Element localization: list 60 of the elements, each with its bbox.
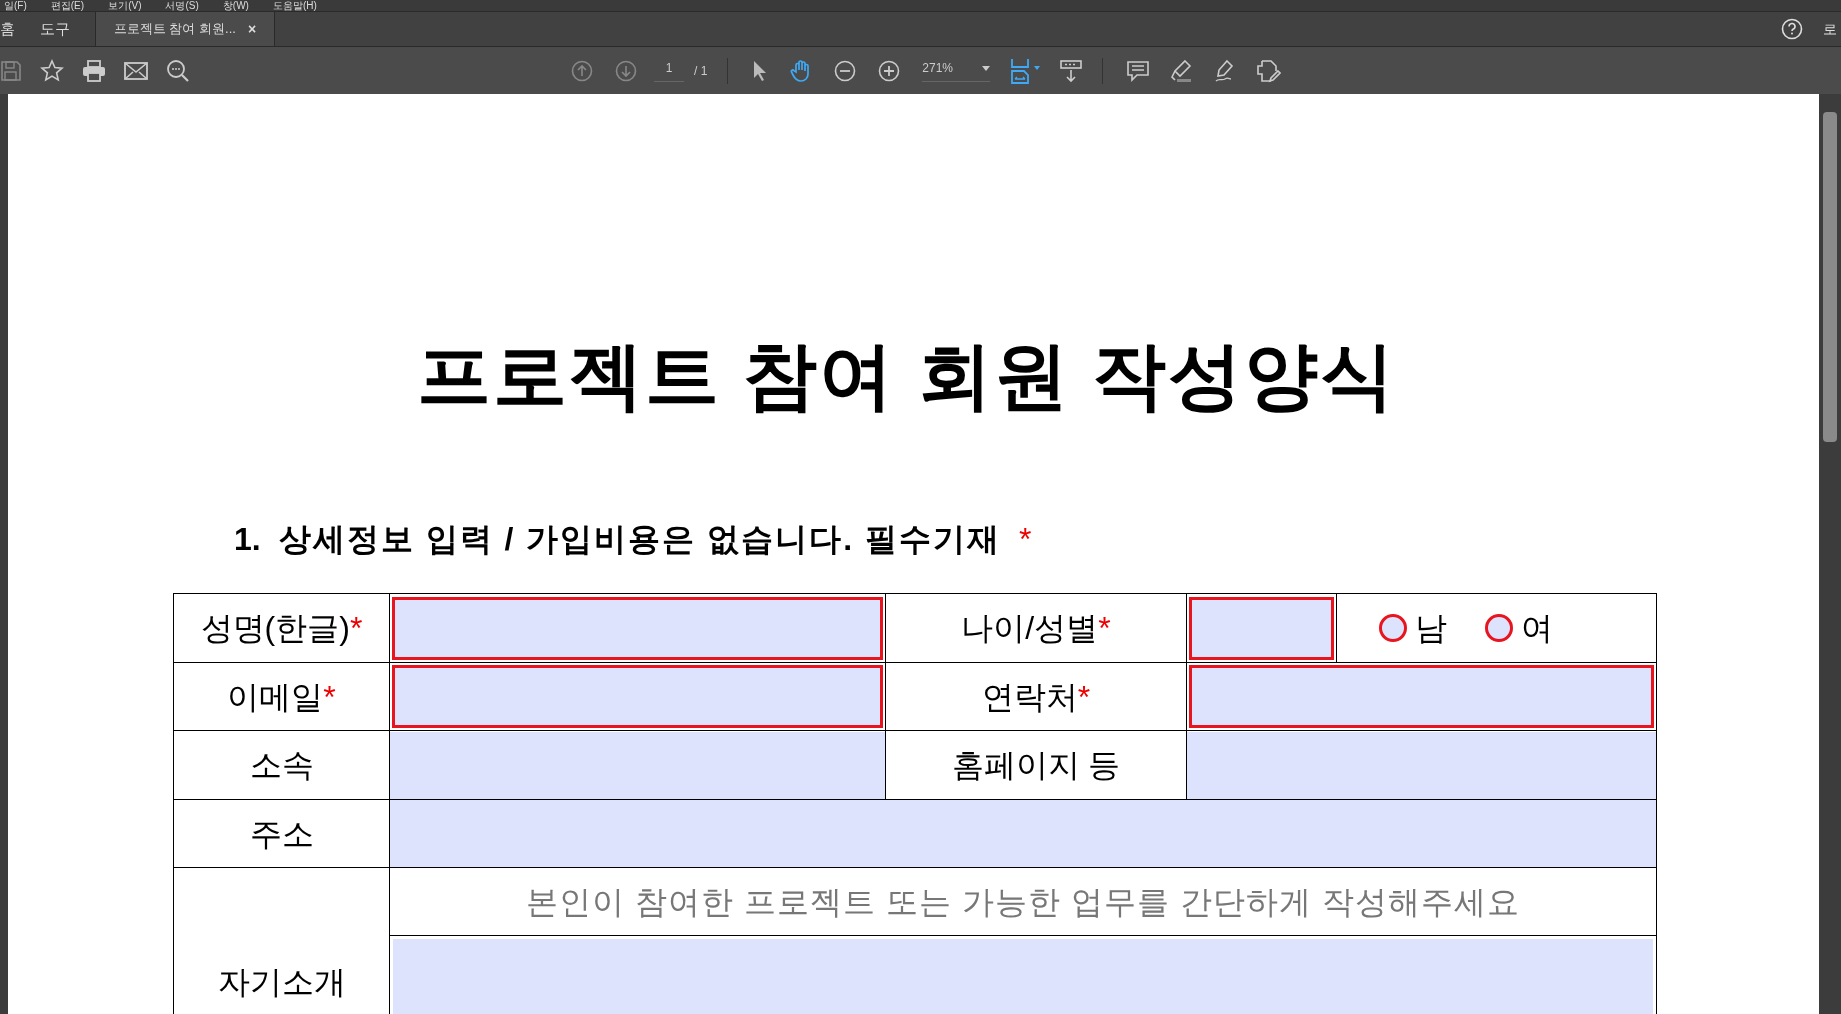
scrollbar-thumb[interactable] bbox=[1823, 112, 1837, 442]
required-mark: * bbox=[1018, 523, 1032, 555]
scroll-mode-icon[interactable] bbox=[1060, 58, 1083, 83]
mail-icon[interactable] bbox=[124, 61, 148, 80]
field-label: 성명(한글) bbox=[200, 609, 350, 648]
menu-item[interactable]: 보기(V) bbox=[108, 0, 142, 11]
required-mark: * bbox=[1098, 609, 1111, 648]
required-mark: * bbox=[1077, 677, 1091, 717]
zoom-in-icon[interactable] bbox=[878, 59, 901, 82]
tab[interactable]: 홈 bbox=[0, 12, 15, 46]
menu-item[interactable]: 편집(E) bbox=[50, 0, 85, 11]
input-field[interactable] bbox=[390, 731, 885, 799]
tab[interactable]: 프로젝트 참여 회원... × bbox=[95, 12, 275, 46]
caret-icon[interactable] bbox=[982, 65, 991, 71]
radio-button[interactable] bbox=[1379, 614, 1407, 642]
highlighter-icon[interactable] bbox=[1169, 58, 1194, 83]
required-mark: * bbox=[349, 609, 363, 648]
page-total: / 1 bbox=[694, 62, 708, 80]
fit-page-icon[interactable] bbox=[1010, 57, 1043, 84]
input-field[interactable] bbox=[1189, 665, 1654, 728]
field-label: 연락처 bbox=[981, 677, 1078, 717]
star-icon[interactable] bbox=[40, 58, 64, 83]
next-page-icon[interactable] bbox=[615, 59, 637, 82]
input-field[interactable] bbox=[1187, 731, 1656, 799]
input-field[interactable] bbox=[392, 665, 883, 728]
menu-item[interactable]: 창(W) bbox=[222, 0, 249, 11]
print-icon[interactable] bbox=[82, 59, 106, 82]
radio-button[interactable] bbox=[1485, 614, 1513, 642]
field-label: 자기소개 bbox=[217, 964, 346, 1000]
menu-item[interactable]: 일(F) bbox=[4, 0, 27, 11]
comment-icon[interactable] bbox=[1127, 59, 1150, 82]
close-tab-button[interactable]: × bbox=[247, 18, 257, 40]
save-icon[interactable] bbox=[0, 59, 22, 82]
section-heading: 상세정보 입력 / 가입비용은 없습니다. 필수기재 bbox=[278, 523, 1001, 555]
input-field[interactable] bbox=[390, 800, 1656, 867]
field-label: 나이/성별 bbox=[961, 609, 1099, 648]
menu-item[interactable]: 서명(S) bbox=[165, 0, 199, 11]
page-number-field[interactable]: 1 bbox=[654, 59, 684, 82]
account-label[interactable]: 로 bbox=[1823, 18, 1837, 40]
zoom-out-icon[interactable] bbox=[834, 59, 857, 82]
field-label: 소속 bbox=[249, 746, 314, 785]
input-field[interactable] bbox=[392, 596, 883, 660]
field-label: 주소 bbox=[249, 814, 314, 854]
section-number: 1. bbox=[234, 523, 261, 555]
radio-label: 여 bbox=[1521, 609, 1553, 648]
input-field[interactable] bbox=[1189, 596, 1334, 660]
previous-page-icon[interactable] bbox=[571, 59, 593, 82]
zoom-dropdown[interactable]: 271% bbox=[922, 59, 991, 82]
help-icon[interactable] bbox=[1781, 18, 1803, 40]
menu-item[interactable]: 도움말(H) bbox=[272, 0, 317, 11]
required-mark: * bbox=[323, 677, 336, 717]
pointer-icon[interactable] bbox=[752, 59, 769, 82]
search-icon[interactable] bbox=[166, 58, 190, 83]
field-label: 이메일 bbox=[227, 677, 324, 717]
field-label: 홈페이지 등 bbox=[951, 746, 1121, 785]
edit-document-icon[interactable] bbox=[1257, 58, 1282, 83]
radio-label: 남 bbox=[1415, 609, 1447, 648]
tab[interactable]: 도구 bbox=[40, 12, 70, 46]
document-title: 프로젝트 참여 회원 작성양식 bbox=[415, 339, 1398, 413]
hint-text: 본인이 참여한 프로젝트 또는 가능한 업무를 간단하게 작성해주세요 bbox=[526, 883, 1520, 920]
